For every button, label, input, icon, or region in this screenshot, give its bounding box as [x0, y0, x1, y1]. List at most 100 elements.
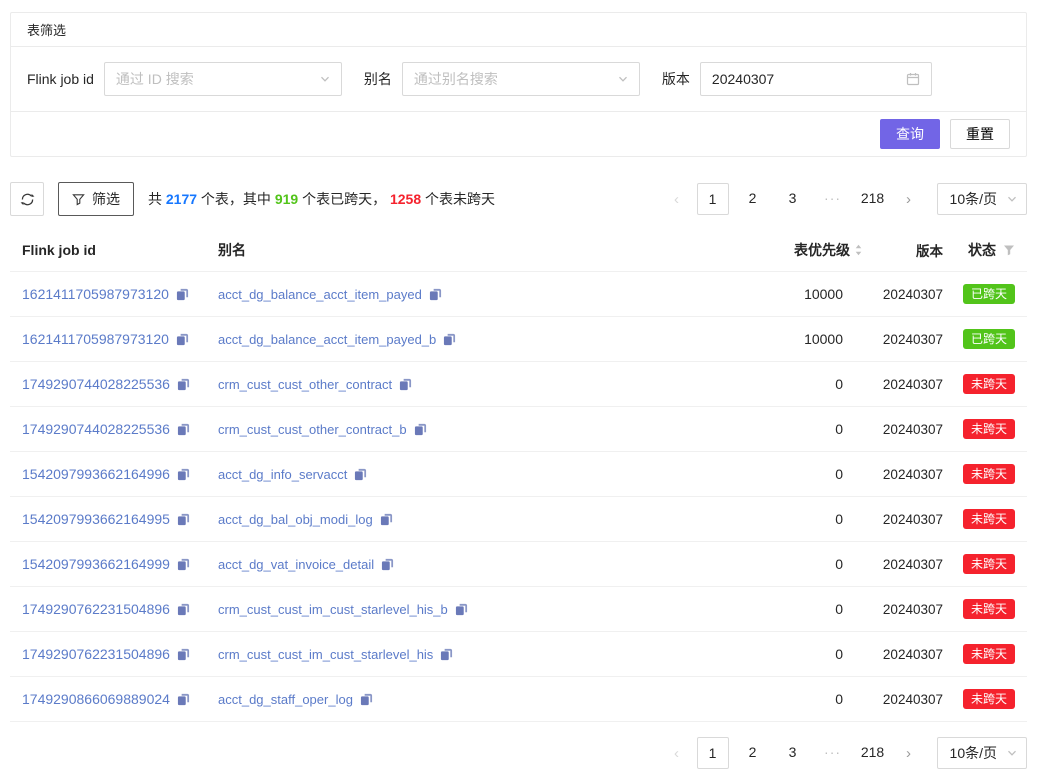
flink-job-id-link[interactable]: 1749290762231504896: [22, 646, 170, 662]
filter-button[interactable]: 筛选: [58, 182, 134, 216]
copy-icon[interactable]: [455, 603, 468, 616]
bottom-pagination-wrap: ‹ 123···218 › 10条/页: [10, 737, 1027, 769]
pagination-page[interactable]: 3: [777, 183, 809, 215]
alias-select[interactable]: 通过别名搜索: [402, 62, 640, 96]
filter-fields-row: Flink job id 通过 ID 搜索 别名 通过别名搜索 版本 20240…: [11, 47, 1026, 112]
alias-link[interactable]: acct_dg_balance_acct_item_payed: [218, 287, 422, 302]
copy-icon[interactable]: [360, 693, 373, 706]
summary-text: 个表未跨天: [421, 191, 495, 207]
pagination: ‹ 123···218 › 10条/页: [665, 737, 1027, 769]
copy-icon[interactable]: [177, 468, 190, 481]
filter-actions-row: 查询 重置: [11, 112, 1026, 156]
chevron-down-icon: [320, 74, 330, 84]
column-header-alias: 别名: [218, 240, 693, 260]
version-cell: 20240307: [863, 647, 943, 662]
status-cell: 未跨天: [943, 419, 1015, 439]
total-count: 2177: [166, 191, 197, 207]
alias-link[interactable]: acct_dg_balance_acct_item_payed_b: [218, 332, 436, 347]
chevron-down-icon: [618, 74, 628, 84]
copy-icon[interactable]: [381, 558, 394, 571]
pagination-prev[interactable]: ‹: [665, 191, 689, 208]
alias-link[interactable]: acct_dg_staff_oper_log: [218, 692, 353, 707]
table-header: Flink job id 别名 表优先级 版本 状态: [10, 228, 1027, 272]
alias-link[interactable]: acct_dg_vat_invoice_detail: [218, 557, 374, 572]
pagination-page[interactable]: 218: [857, 183, 889, 215]
copy-icon[interactable]: [177, 378, 190, 391]
copy-icon[interactable]: [443, 333, 456, 346]
pagination-prev[interactable]: ‹: [665, 745, 689, 762]
copy-icon[interactable]: [177, 513, 190, 526]
pagination-ellipsis[interactable]: ···: [817, 737, 849, 769]
copy-icon[interactable]: [177, 693, 190, 706]
flink-job-id-link[interactable]: 1621411705987973120: [22, 286, 169, 302]
alias-link[interactable]: crm_cust_cust_im_cust_starlevel_his_b: [218, 602, 448, 617]
status-badge: 已跨天: [963, 329, 1015, 349]
copy-icon[interactable]: [354, 468, 367, 481]
version-cell: 20240307: [863, 512, 943, 527]
copy-icon[interactable]: [380, 513, 393, 526]
tables-table: Flink job id 别名 表优先级 版本 状态 1621411705987…: [10, 228, 1027, 722]
status-badge: 未跨天: [963, 689, 1015, 709]
copy-icon[interactable]: [177, 648, 190, 661]
version-date-input[interactable]: 20240307: [700, 62, 932, 96]
reset-button[interactable]: 重置: [950, 119, 1010, 149]
flink-job-id-link[interactable]: 1621411705987973120: [22, 331, 169, 347]
flink-job-id-link[interactable]: 1749290744028225536: [22, 376, 170, 392]
copy-icon[interactable]: [429, 288, 442, 301]
column-header-priority[interactable]: 表优先级: [693, 240, 863, 260]
filter-funnel-icon[interactable]: [1003, 244, 1015, 256]
pagination-ellipsis[interactable]: ···: [817, 183, 849, 215]
status-badge: 未跨天: [963, 644, 1015, 664]
calendar-icon: [906, 72, 920, 86]
status-cell: 未跨天: [943, 689, 1015, 709]
pagination-page[interactable]: 1: [697, 737, 729, 769]
flink-job-id-link[interactable]: 1749290744028225536: [22, 421, 170, 437]
copy-icon[interactable]: [176, 288, 189, 301]
page-size-value: 10条/页: [950, 743, 997, 763]
summary-text: 个表已跨天，: [298, 191, 390, 207]
column-header-status: 状态: [943, 240, 1015, 260]
copy-icon[interactable]: [177, 603, 190, 616]
sort-icon[interactable]: [854, 243, 863, 257]
flink-job-id-link[interactable]: 1542097993662164995: [22, 511, 170, 527]
flink-job-id-label: Flink job id: [27, 71, 94, 87]
page-size-select[interactable]: 10条/页: [937, 183, 1027, 215]
flink-job-id-link[interactable]: 1749290762231504896: [22, 601, 170, 617]
priority-cell: 0: [693, 646, 863, 662]
table-row: 1749290762231504896 crm_cust_cust_im_cus…: [10, 587, 1027, 632]
pagination-page[interactable]: 1: [697, 183, 729, 215]
flink-job-id-link[interactable]: 1542097993662164996: [22, 466, 170, 482]
flink-job-id-select[interactable]: 通过 ID 搜索: [104, 62, 342, 96]
pagination-page[interactable]: 2: [737, 183, 769, 215]
table-row: 1542097993662164996 acct_dg_info_servacc…: [10, 452, 1027, 497]
status-cell: 未跨天: [943, 644, 1015, 664]
copy-icon[interactable]: [177, 558, 190, 571]
query-button[interactable]: 查询: [880, 119, 940, 149]
alias-link[interactable]: crm_cust_cust_other_contract_b: [218, 422, 407, 437]
flink-job-id-link[interactable]: 1749290866069889024: [22, 691, 170, 707]
copy-icon[interactable]: [177, 423, 190, 436]
status-cell: 未跨天: [943, 509, 1015, 529]
flink-job-id-link[interactable]: 1542097993662164999: [22, 556, 170, 572]
pagination-next[interactable]: ›: [897, 191, 921, 208]
pagination-page[interactable]: 2: [737, 737, 769, 769]
page-size-select[interactable]: 10条/页: [937, 737, 1027, 769]
copy-icon[interactable]: [414, 423, 427, 436]
pagination-next[interactable]: ›: [897, 745, 921, 762]
refresh-button[interactable]: [10, 182, 44, 216]
alias-link[interactable]: crm_cust_cust_other_contract: [218, 377, 392, 392]
pagination-page[interactable]: 218: [857, 737, 889, 769]
alias-link[interactable]: acct_dg_bal_obj_modi_log: [218, 512, 373, 527]
alias-link[interactable]: crm_cust_cust_im_cust_starlevel_his: [218, 647, 433, 662]
copy-icon[interactable]: [440, 648, 453, 661]
alias-link[interactable]: acct_dg_info_servacct: [218, 467, 347, 482]
copy-icon[interactable]: [399, 378, 412, 391]
alias-placeholder: 通过别名搜索: [414, 69, 498, 89]
status-badge: 未跨天: [963, 599, 1015, 619]
pagination-page[interactable]: 3: [777, 737, 809, 769]
copy-icon[interactable]: [176, 333, 189, 346]
status-badge: 未跨天: [963, 509, 1015, 529]
version-cell: 20240307: [863, 602, 943, 617]
table-row: 1621411705987973120 acct_dg_balance_acct…: [10, 272, 1027, 317]
priority-cell: 10000: [693, 331, 863, 347]
